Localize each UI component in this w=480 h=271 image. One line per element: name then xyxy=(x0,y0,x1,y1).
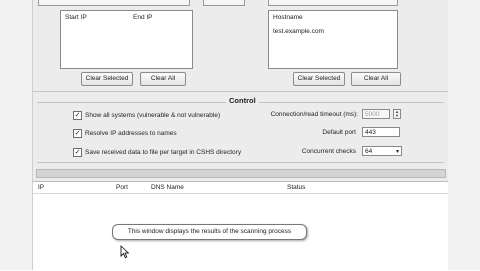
checkbox-checked-icon: ✓ xyxy=(73,147,82,157)
resolve-ip-checkbox[interactable]: ✓ Resolve IP addresses to names xyxy=(73,128,177,138)
ip-clear-selected-button[interactable]: Clear Selected xyxy=(81,72,133,86)
right-margin xyxy=(447,0,480,270)
spin-down-icon[interactable]: ▼ xyxy=(394,114,400,118)
mouse-cursor-icon xyxy=(120,245,130,259)
hostname-clear-all-button[interactable]: Clear All xyxy=(351,72,401,86)
top-middle-button[interactable] xyxy=(203,0,245,6)
save-received-data-checkbox[interactable]: ✓ Save received data to file per target … xyxy=(73,147,241,157)
checkbox-label: Show all systems (vulnerable & not vulne… xyxy=(85,111,221,119)
end-ip-header: End IP xyxy=(133,14,153,21)
concurrent-checks-label: Concurrent checks xyxy=(301,148,356,155)
timeout-label: Connection/read timeout (ms): xyxy=(270,111,358,118)
hostname-item[interactable]: test.example.com xyxy=(273,28,324,35)
checkbox-label: Resolve IP addresses to names xyxy=(85,129,177,137)
section-divider xyxy=(33,91,448,92)
results-header-divider xyxy=(33,193,448,194)
chevron-down-icon[interactable]: ▾ xyxy=(396,147,399,157)
control-group-title: Control xyxy=(226,96,259,105)
checkbox-checked-icon: ✓ xyxy=(73,110,82,120)
hostname-list[interactable]: Hostname test.example.com xyxy=(268,10,398,69)
left-margin xyxy=(0,0,33,270)
start-ip-header: Start IP xyxy=(65,14,87,21)
top-right-button[interactable] xyxy=(268,0,398,6)
column-header-dns-name[interactable]: DNS Name xyxy=(151,184,184,191)
column-header-port[interactable]: Port xyxy=(116,184,128,191)
column-header-ip[interactable]: IP xyxy=(38,184,44,191)
control-group-bottom xyxy=(37,162,444,163)
show-all-systems-checkbox[interactable]: ✓ Show all systems (vulnerable & not vul… xyxy=(73,110,220,120)
top-left-button[interactable] xyxy=(38,0,190,6)
ip-range-list[interactable]: Start IP End IP xyxy=(60,10,193,69)
timeout-input[interactable]: 5000 xyxy=(362,109,390,119)
checkbox-label: Save received data to file per target in… xyxy=(85,148,242,156)
concurrent-checks-value: 64 xyxy=(365,148,373,155)
hostname-header: Hostname xyxy=(273,14,303,21)
default-port-label: Default port xyxy=(322,129,356,136)
concurrent-checks-select[interactable]: 64 ▾ xyxy=(362,146,402,156)
scan-progress-bar xyxy=(36,169,446,178)
results-tooltip: This window displays the results of the … xyxy=(112,224,307,240)
timeout-spinner[interactable]: ▲ ▼ xyxy=(393,109,401,119)
checkbox-checked-icon: ✓ xyxy=(73,128,82,138)
ip-clear-all-button[interactable]: Clear All xyxy=(140,72,186,86)
hostname-clear-selected-button[interactable]: Clear Selected xyxy=(293,72,345,86)
column-header-status[interactable]: Status xyxy=(287,184,305,191)
default-port-input[interactable]: 443 xyxy=(362,127,400,137)
